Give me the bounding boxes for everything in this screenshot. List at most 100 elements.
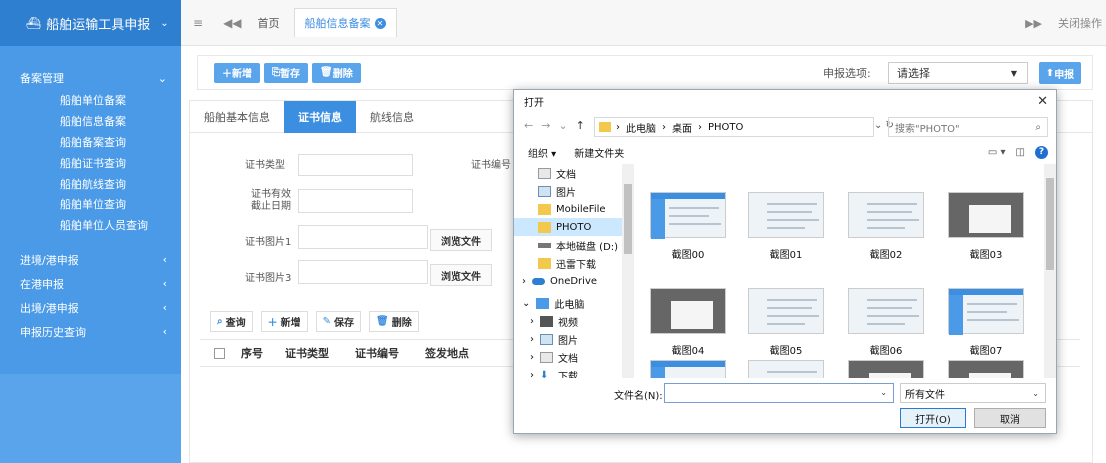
- file-name[interactable]: 截图01: [741, 246, 831, 261]
- file-thumbnail[interactable]: [948, 288, 1024, 335]
- sidebar-item[interactable]: 船舶单位备案: [0, 90, 181, 111]
- nav-thunder-downloads[interactable]: 迅雷下载: [514, 254, 633, 272]
- nav-onedrive[interactable]: › OneDrive: [514, 272, 633, 290]
- back-arrow-icon[interactable]: ←: [524, 119, 533, 132]
- forward-arrow-icon[interactable]: →: [541, 119, 550, 132]
- nav-pictures[interactable]: 图片: [514, 182, 633, 200]
- new-folder-button[interactable]: 新建文件夹: [574, 145, 624, 160]
- menu-icon[interactable]: ≡: [193, 16, 203, 30]
- report-button[interactable]: ⬆ 申报: [1039, 62, 1081, 84]
- sidebar-item[interactable]: 船舶单位人员查询: [0, 215, 181, 236]
- sidebar-section-in-port[interactable]: 在港申报 ‹: [0, 272, 181, 296]
- file-thumbnail[interactable]: [748, 288, 824, 334]
- organize-button[interactable]: 组织 ▾: [528, 145, 556, 160]
- file-thumbnail[interactable]: [848, 288, 924, 334]
- cert-image1-input[interactable]: [298, 225, 428, 249]
- view-options-icon[interactable]: ▭ ▾: [988, 147, 1006, 158]
- tab-routes[interactable]: 航线信息: [356, 101, 428, 133]
- nav-scrollbar[interactable]: [622, 164, 634, 378]
- delete-button[interactable]: 🗑 删除: [312, 62, 361, 83]
- nav-videos[interactable]: › 视频: [514, 312, 633, 330]
- tab-home[interactable]: 首页: [258, 15, 280, 31]
- nav-pictures-pc[interactable]: › 图片: [514, 330, 633, 348]
- close-operations-button[interactable]: 关闭操作: [1058, 15, 1102, 31]
- nav-mobilefile[interactable]: MobileFile: [514, 200, 633, 218]
- file-name[interactable]: 截图06: [841, 342, 931, 357]
- chevron-down-icon[interactable]: ⌄: [558, 119, 567, 132]
- tab-ship-basic[interactable]: 船舶基本信息: [190, 101, 284, 133]
- sidebar-item[interactable]: 船舶航线查询: [0, 173, 181, 194]
- browse-file-button[interactable]: 浏览文件: [430, 264, 492, 286]
- cloud-icon: [532, 277, 545, 285]
- sidebar-item[interactable]: 船舶信息备案: [0, 111, 181, 132]
- save-button[interactable]: ✎ 保存: [315, 311, 361, 332]
- cancel-button[interactable]: 取消: [974, 408, 1046, 428]
- file-open-dialog: 打开 ✕ ← → ⌄ ↑ › 此电脑 › 桌面 › PHOTO ⌄ ↻ 搜索"P…: [513, 89, 1057, 434]
- tab-ship-info-filing[interactable]: 船舶信息备案 ✕: [293, 8, 397, 37]
- cert-image3-input[interactable]: [298, 260, 428, 284]
- filename-input[interactable]: ⌄: [664, 383, 894, 403]
- report-option-select[interactable]: 请选择 ▼: [888, 62, 1028, 84]
- col-cert-no: 证书编号: [355, 347, 399, 360]
- file-name[interactable]: 截图03: [941, 246, 1031, 261]
- sidebar-section-entry[interactable]: 进境/港申报 ‹: [0, 248, 181, 272]
- file-name[interactable]: 截图00: [643, 246, 733, 261]
- delete-row-button[interactable]: 🗑 删除: [369, 311, 419, 332]
- add-button[interactable]: ＋新增: [214, 62, 260, 83]
- query-button[interactable]: ⌕ 查询: [210, 311, 253, 332]
- fast-forward-icon[interactable]: ▶▶: [1025, 17, 1042, 30]
- search-input[interactable]: 搜索"PHOTO" ⌕: [888, 117, 1048, 137]
- file-name[interactable]: 截图02: [841, 246, 931, 261]
- cert-type-input[interactable]: [298, 154, 413, 176]
- file-thumbnail[interactable]: [748, 192, 824, 238]
- sidebar-header[interactable]: ⛴ 船舶运输工具申报 ⌄: [0, 0, 181, 46]
- breadcrumb-photo[interactable]: PHOTO: [708, 122, 743, 133]
- nav-photo[interactable]: PHOTO: [514, 218, 633, 236]
- file-thumbnail[interactable]: [848, 192, 924, 238]
- sidebar-section-history[interactable]: 申报历史查询 ‹: [0, 320, 181, 344]
- sidebar-section-filing[interactable]: 备案管理 ⌄: [0, 66, 181, 90]
- add-row-button[interactable]: ＋新增: [260, 311, 308, 332]
- navigation-pane: 文档 图片 MobileFile PHOTO 本地磁盘 (D:) 迅雷下载 › O…: [514, 164, 634, 378]
- sidebar-item[interactable]: 船舶单位查询: [0, 194, 181, 215]
- save-draft-button[interactable]: ⎘ 暂存: [264, 62, 308, 83]
- file-thumbnail[interactable]: [848, 360, 924, 378]
- nav-this-pc[interactable]: ⌄ 此电脑: [514, 294, 633, 312]
- preview-pane-icon[interactable]: ◫: [1016, 147, 1025, 158]
- nav-local-disk-d[interactable]: 本地磁盘 (D:): [514, 236, 633, 254]
- file-name[interactable]: 截图04: [643, 342, 733, 357]
- open-button[interactable]: 打开(O): [900, 408, 966, 428]
- plus-icon: ＋: [222, 69, 232, 80]
- breadcrumb-this-pc[interactable]: 此电脑: [626, 120, 656, 135]
- valid-until-input[interactable]: [298, 189, 413, 213]
- file-thumbnail[interactable]: [650, 360, 726, 378]
- select-all-checkbox[interactable]: [214, 347, 225, 359]
- file-thumbnail[interactable]: [948, 360, 1024, 378]
- up-arrow-icon[interactable]: ↑: [576, 119, 585, 132]
- filetype-select[interactable]: 所有文件 ⌄: [900, 383, 1046, 403]
- file-name[interactable]: 截图05: [741, 342, 831, 357]
- tab-certificates[interactable]: 证书信息: [284, 100, 356, 133]
- sidebar-item[interactable]: 船舶备案查询: [0, 132, 181, 153]
- close-icon[interactable]: ✕: [1037, 94, 1048, 109]
- sidebar-title: 船舶运输工具申报: [46, 17, 151, 33]
- file-thumbnail[interactable]: [748, 360, 824, 378]
- nav-documents-pc[interactable]: › 文档: [514, 348, 633, 366]
- nav-documents[interactable]: 文档: [514, 164, 633, 182]
- caret-down-icon[interactable]: ⌄: [880, 388, 887, 397]
- sidebar-item[interactable]: 船舶证书查询: [0, 152, 181, 173]
- rewind-icon[interactable]: ◀◀: [223, 16, 241, 30]
- breadcrumb-desktop[interactable]: 桌面: [672, 120, 692, 135]
- file-thumbnail[interactable]: [650, 192, 726, 239]
- nav-downloads[interactable]: › ⬇ 下载: [514, 366, 633, 379]
- file-thumbnail[interactable]: [948, 192, 1024, 238]
- file-name[interactable]: 截图07: [941, 342, 1031, 357]
- close-icon[interactable]: ✕: [374, 17, 386, 29]
- file-thumbnail[interactable]: [650, 288, 726, 334]
- file-grid-scrollbar[interactable]: [1044, 164, 1056, 378]
- sidebar-section-exit[interactable]: 出境/港申报 ‹: [0, 296, 181, 320]
- browse-file-button[interactable]: 浏览文件: [430, 229, 492, 251]
- report-option-label: 申报选项:: [823, 67, 871, 80]
- help-icon[interactable]: ?: [1035, 145, 1048, 159]
- address-bar[interactable]: › 此电脑 › 桌面 › PHOTO: [594, 117, 874, 137]
